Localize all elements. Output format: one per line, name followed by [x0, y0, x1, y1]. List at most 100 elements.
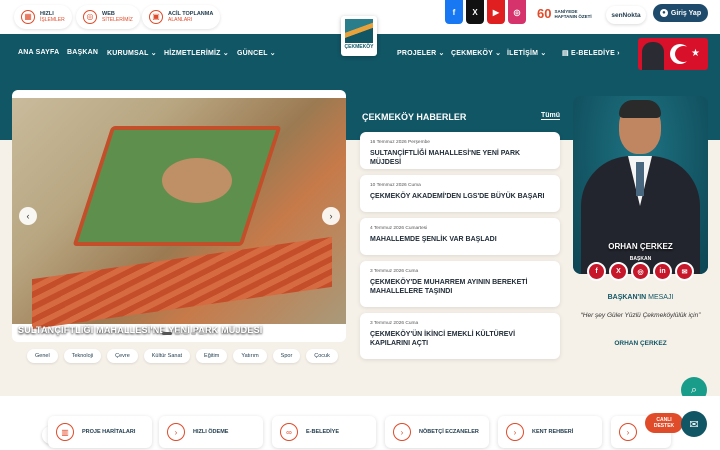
- nav-kurumsal-label: KURUMSAL: [107, 50, 149, 57]
- mayor-instagram-icon[interactable]: ◎: [631, 262, 650, 281]
- mayor-name: ORHAN ÇERKEZ: [608, 242, 673, 251]
- document-icon: ▤: [562, 50, 569, 57]
- mayor-mail-icon[interactable]: ✉: [675, 262, 694, 281]
- news-item[interactable]: 10 Temmuz 2026 Cuma ÇEKMEKÖY AKADEMİ'DEN…: [360, 175, 560, 212]
- location-icon: ▣: [149, 10, 163, 24]
- nav-projeler-label: PROJELER: [397, 50, 437, 57]
- nav-projeler[interactable]: PROJELER ⌄: [397, 49, 445, 57]
- slider-dot[interactable]: [175, 332, 180, 335]
- tag-spor[interactable]: Spor: [272, 349, 301, 363]
- slider-prev-button[interactable]: ‹: [19, 207, 37, 225]
- building-icon: ▥: [56, 423, 74, 441]
- arrow-right-icon: ›: [393, 423, 411, 441]
- quick-link-web-sitelerimiz[interactable]: ◎ WEB SİTELERİMİZ: [76, 5, 140, 29]
- chat-icon[interactable]: ✉: [681, 411, 707, 437]
- bottom-link-kent-rehberi[interactable]: › KENT REHBERİ: [498, 416, 602, 448]
- flag-crescent-cut: [675, 46, 692, 62]
- slider-dot[interactable]: [191, 332, 196, 335]
- instagram-icon[interactable]: ◎: [508, 0, 526, 24]
- news-title: ÇEKMEKÖY'DE MUHARREM AYININ BEREKETİ MAH…: [370, 279, 528, 295]
- tag-genel[interactable]: Genel: [27, 349, 58, 363]
- slider-image-track: [32, 236, 332, 330]
- nav-baskan[interactable]: BAŞKAN: [67, 49, 98, 56]
- arrow-right-icon: ›: [506, 423, 524, 441]
- nav-ana-sayfa[interactable]: ANA SAYFA: [18, 49, 59, 56]
- bottom-link-label: E-BELEDİYE: [306, 429, 340, 435]
- nav-e-belediye-label: E-BELEDİYE: [570, 50, 615, 57]
- link-icon: ∞: [280, 423, 298, 441]
- tag-kultur-sanat[interactable]: Kültür Sanat: [143, 349, 191, 363]
- quick-link-line2: İŞLEMLER: [40, 17, 65, 23]
- news-date: 16 Temmuz 2026 Perşembe: [370, 140, 430, 145]
- quick-link-line2: SİTELERİMİZ: [102, 17, 133, 23]
- nav-hizmetlerimiz[interactable]: HİZMETLERİMİZ ⌄: [164, 49, 229, 57]
- news-all-link[interactable]: Tümü: [541, 112, 561, 120]
- slider-next-button[interactable]: ›: [322, 207, 340, 225]
- live-support-button[interactable]: CANLI DESTEK: [645, 413, 683, 433]
- tag-cevre[interactable]: Çevre: [107, 349, 138, 363]
- mayor-photo-tie: [636, 162, 644, 196]
- tag-egitim[interactable]: Eğitim: [196, 349, 228, 363]
- mayor-quote: “Her şey Güler Yüzlü Çekmeköylülük için”: [580, 312, 701, 319]
- quick-link-acil-toplanma[interactable]: ▣ ACİL TOPLANMA ALANLARI: [142, 5, 221, 29]
- nav-iletisim[interactable]: İLETİŞİM ⌄: [507, 49, 546, 57]
- mayor-x-icon[interactable]: X: [609, 262, 628, 281]
- slider-dot[interactable]: [183, 332, 188, 335]
- slider-image-playground: [162, 158, 232, 203]
- youtube-icon[interactable]: ▶: [487, 0, 505, 24]
- chevron-right-icon: ›: [617, 50, 620, 57]
- live-support-line2: DESTEK: [653, 423, 675, 429]
- user-icon: ●: [659, 9, 668, 17]
- slider-dots: [162, 332, 204, 335]
- site-logo[interactable]: ÇEKMEKÖY: [341, 16, 377, 56]
- login-button[interactable]: ● Giriş Yap: [653, 4, 708, 22]
- news-list: ÇEKMEKÖY HABERLER Tümü 16 Temmuz 2026 Pe…: [350, 102, 562, 364]
- nav-guncel[interactable]: GÜNCEL ⌄: [237, 49, 276, 57]
- nav-guncel-label: GÜNCEL: [237, 50, 268, 57]
- mayor-facebook-icon[interactable]: f: [587, 262, 606, 281]
- news-item[interactable]: 3 Temmuz 2026 Cuma ÇEKMEKÖY'DE MUHARREM …: [360, 261, 560, 307]
- globe-icon: ◎: [83, 10, 97, 24]
- news-date: 4 Temmuz 2026 Cumartesi: [370, 226, 428, 231]
- category-tags: Genel Teknoloji Çevre Kültür Sanat Eğiti…: [27, 349, 338, 363]
- quick-link-hizli-islemler[interactable]: ▦ HIZLI İŞLEMLER: [14, 5, 72, 29]
- slider-dot[interactable]: [199, 332, 204, 335]
- nav-e-belediye[interactable]: ▤ E-BELEDİYE ›: [562, 49, 620, 57]
- logo-mark: [345, 19, 373, 43]
- sen-nokta-link[interactable]: senNokta: [606, 6, 646, 24]
- bottom-link-nobetci-eczaneler[interactable]: › NÖBETÇİ ECZANELER: [385, 416, 489, 448]
- promo-number: 60: [537, 6, 552, 21]
- slider-dot[interactable]: [162, 332, 172, 335]
- bottom-link-e-belediye[interactable]: ∞ E-BELEDİYE: [272, 416, 376, 448]
- chevron-down-icon: ⌄: [495, 50, 502, 57]
- nav-cekmekoy[interactable]: ÇEKMEKÖY ⌄: [451, 49, 501, 57]
- mayor-signature: ORHAN ÇERKEZ: [614, 340, 667, 347]
- nav-iletisim-label: İLETİŞİM: [507, 50, 539, 57]
- news-item[interactable]: 3 Temmuz 2026 Cuma ÇEKMEKÖY'ÜN İKİNCİ EM…: [360, 313, 560, 359]
- news-slider[interactable]: SULTANÇİFTLİĞİ MAHALLESİ'NE YENİ PARK MÜ…: [12, 90, 346, 342]
- news-title: ÇEKMEKÖY'ÜN İKİNCİ EMEKLİ KÜLTÜREVİ KAPI…: [370, 331, 516, 347]
- mayor-card[interactable]: ORHAN ÇERKEZ BAŞKAN: [573, 96, 708, 274]
- login-label: Giriş Yap: [670, 9, 702, 17]
- x-icon[interactable]: X: [466, 0, 484, 24]
- news-title: ÇEKMEKÖY AKADEMİ'DEN LGS'DE BÜYÜK BAŞARI: [370, 193, 545, 200]
- nav-cekmekoy-label: ÇEKMEKÖY: [451, 50, 493, 57]
- mayor-message-title[interactable]: BAŞKAN'IN MESAJI: [573, 294, 708, 301]
- arrow-right-icon: ›: [167, 423, 185, 441]
- nav-kurumsal[interactable]: KURUMSAL ⌄: [107, 49, 157, 57]
- tag-teknoloji[interactable]: Teknoloji: [63, 349, 102, 363]
- mayor-message-bold: BAŞKAN'IN: [607, 294, 647, 301]
- news-item[interactable]: 16 Temmuz 2026 Perşembe SULTANÇİFTLİĞİ M…: [360, 132, 560, 169]
- chevron-down-icon: ⌄: [438, 50, 445, 57]
- mayor-linkedin-icon[interactable]: in: [653, 262, 672, 281]
- news-title: SULTANÇİFTLİĞİ MAHALLESİ'NE YENİ PARK MÜ…: [370, 150, 521, 166]
- tag-yatirim[interactable]: Yatırım: [233, 349, 267, 363]
- chevron-down-icon: ⌄: [222, 50, 229, 57]
- facebook-icon[interactable]: f: [445, 0, 463, 24]
- news-title: MAHALLEMDE ŞENLİK VAR BAŞLADI: [370, 236, 497, 243]
- bottom-link-proje-haritalari[interactable]: ▥ PROJE HARİTALARI: [48, 416, 152, 448]
- bottom-link-hizli-odeme[interactable]: › HIZLI ÖDEME: [159, 416, 263, 448]
- news-item[interactable]: 4 Temmuz 2026 Cumartesi MAHALLEMDE ŞENLİ…: [360, 218, 560, 255]
- sixty-seconds-promo[interactable]: 60 SANİYEDE HAFTANIN ÖZETİ: [537, 6, 592, 21]
- tag-cocuk[interactable]: Çocuk: [306, 349, 338, 363]
